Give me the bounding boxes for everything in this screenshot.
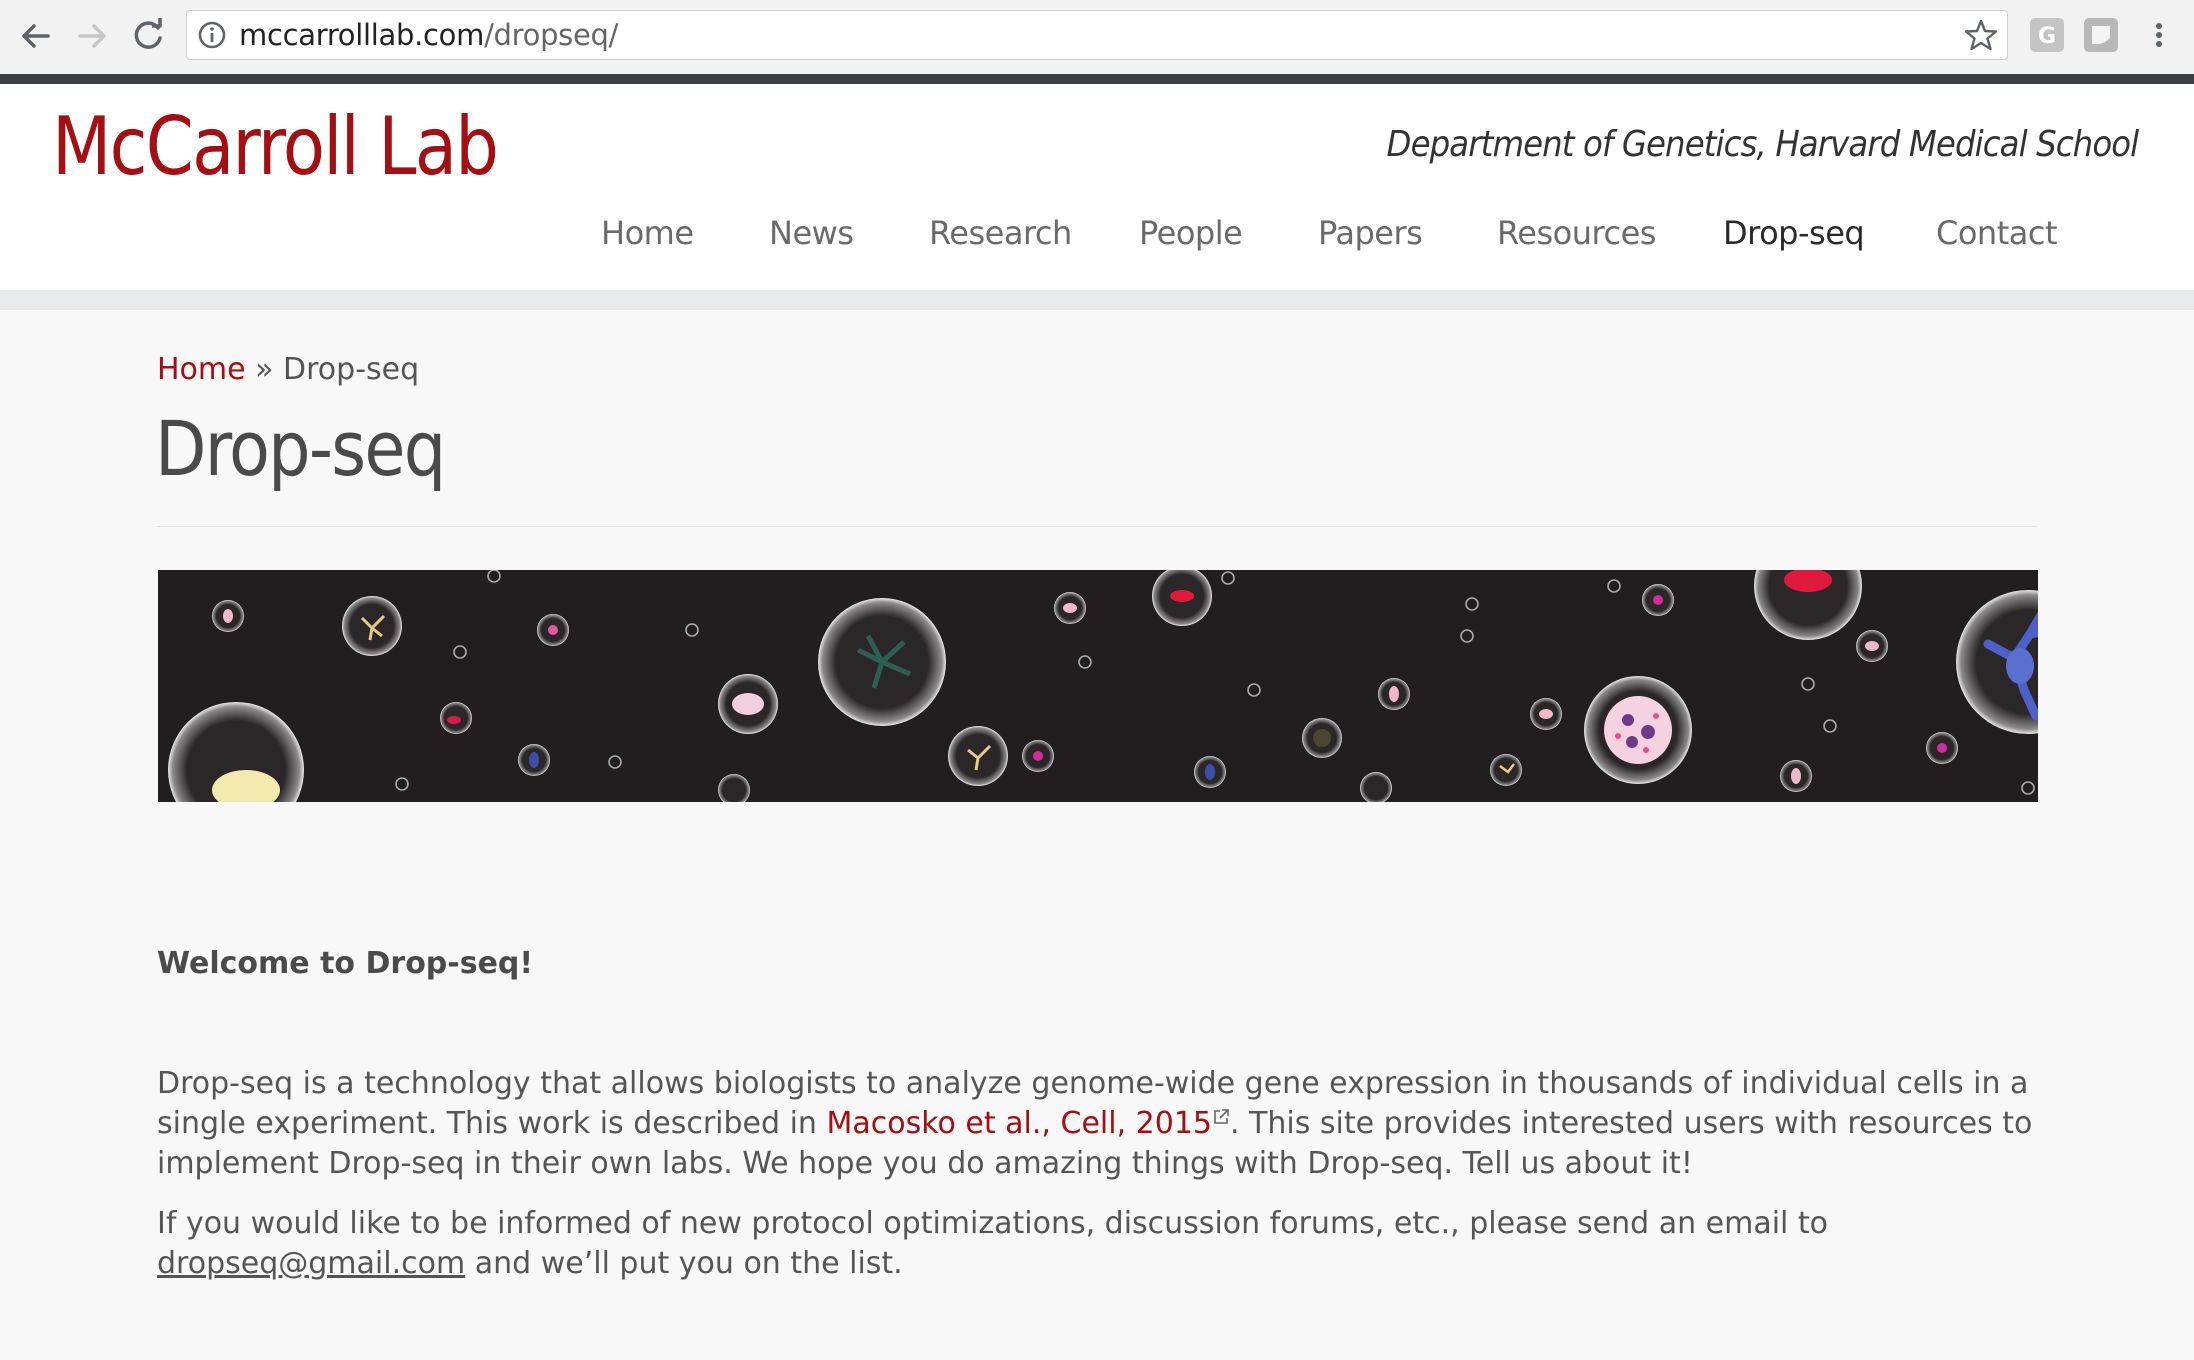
browser-toolbar: mccarrolllab.com/dropseq/ G [0, 0, 2194, 74]
breadcrumb: Home » Drop-seq [157, 352, 419, 387]
bubble-neuron-cell [1956, 590, 2038, 734]
extension-icon[interactable] [2084, 18, 2118, 52]
nav-papers[interactable]: Papers [1318, 214, 1423, 252]
page-title: Drop-seq [155, 404, 446, 493]
macosko-paper-link[interactable]: Macosko et al., Cell, 2015 [826, 1106, 1230, 1141]
email-link[interactable]: dropseq@gmail.com [157, 1246, 465, 1281]
svg-text:G: G [2038, 24, 2056, 49]
mailing-text-end: and we’ll put you on the list. [465, 1246, 903, 1281]
welcome-heading: Welcome to Drop-seq! [157, 946, 534, 981]
nav-news[interactable]: News [769, 214, 854, 252]
nav-resources[interactable]: Resources [1497, 214, 1656, 252]
nav-contact[interactable]: Contact [1936, 214, 2058, 252]
breadcrumb-home-link[interactable]: Home [157, 352, 246, 387]
forward-arrow-icon[interactable] [70, 14, 114, 58]
nav-drop-seq[interactable]: Drop-seq [1723, 214, 1865, 252]
external-link-icon [1214, 1109, 1229, 1124]
bubble-cell-large-left [168, 702, 304, 802]
department-tagline: Department of Genetics, Harvard Medical … [1386, 124, 2139, 165]
back-arrow-icon[interactable] [14, 14, 58, 58]
bubble-star-cell [818, 598, 946, 726]
title-divider [157, 526, 2037, 527]
nav-home[interactable]: Home [601, 214, 694, 252]
site-header: McCarroll Lab Department of Genetics, Ha… [0, 84, 2194, 290]
address-bar[interactable]: mccarrolllab.com/dropseq/ [186, 10, 2008, 60]
drop-seq-banner-image [158, 570, 2038, 802]
mailing-text-start: If you would like to be informed of new … [157, 1206, 1829, 1241]
bookmark-star-icon[interactable] [1963, 17, 1999, 53]
menu-kebab-icon[interactable] [2142, 18, 2176, 52]
intro-paragraph: Drop-seq is a technology that allows bio… [157, 1064, 2057, 1184]
main-nav: Home News Research People Papers Resourc… [0, 214, 2194, 264]
url-text: mccarrolllab.com/dropseq/ [239, 18, 619, 52]
bubble-neutrophil-cell [1584, 676, 1692, 784]
mailing-list-paragraph: If you would like to be informed of new … [157, 1204, 2057, 1284]
info-icon[interactable] [197, 20, 227, 50]
header-separator [0, 290, 2194, 310]
extension-g-icon[interactable]: G [2030, 18, 2064, 52]
breadcrumb-separator: » [245, 352, 284, 387]
nav-people[interactable]: People [1139, 214, 1243, 252]
browser-divider [0, 74, 2194, 84]
breadcrumb-current: Drop-seq [283, 352, 420, 387]
site-logo[interactable]: McCarroll Lab [52, 100, 499, 193]
nav-research[interactable]: Research [929, 214, 1072, 252]
reload-icon[interactable] [126, 14, 170, 58]
